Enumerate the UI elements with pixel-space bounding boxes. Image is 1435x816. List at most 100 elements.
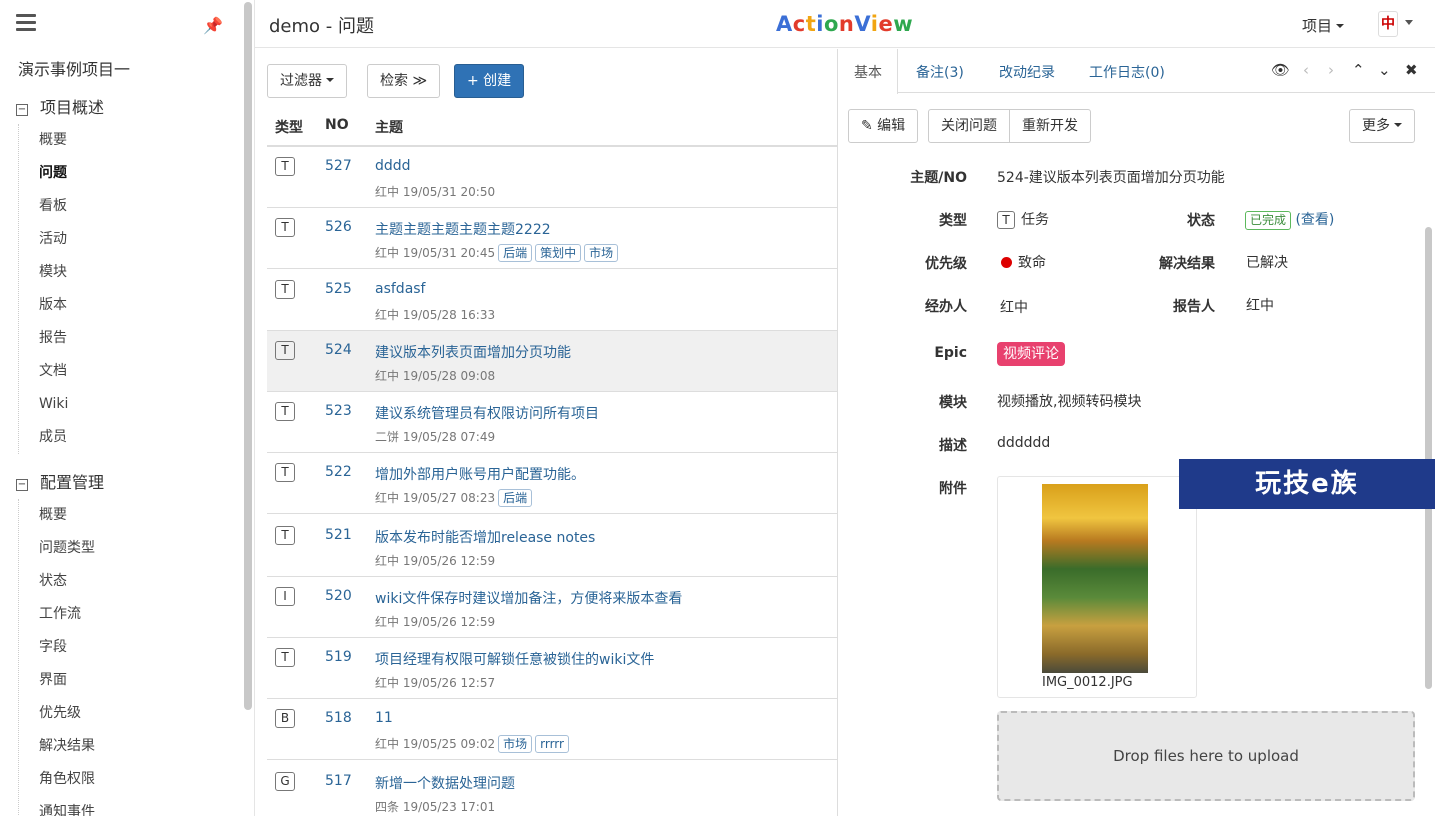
project-menu[interactable]: 项目 <box>1302 15 1345 36</box>
detail-scrollbar[interactable] <box>1425 227 1432 689</box>
collapse-icon[interactable]: − <box>16 104 28 116</box>
create-button[interactable]: + 创建 <box>454 64 525 98</box>
issue-number-link[interactable]: 526 <box>325 219 352 235</box>
sidebar-item-wiki[interactable]: Wiki <box>19 388 68 421</box>
sidebar-item-notifications[interactable]: 通知事件 <box>19 796 95 816</box>
issue-subject-link[interactable]: 增加外部用户账号用户配置功能。 <box>375 464 585 484</box>
sidebar-item-kanban[interactable]: 看板 <box>19 190 68 223</box>
issue-label-tag[interactable]: 市场 <box>584 244 619 262</box>
attachment-thumbnail[interactable] <box>1042 484 1148 673</box>
issue-row[interactable]: B 518 11 红中 19/05/25 09:02 市场 rrrrr <box>267 699 837 760</box>
next-icon[interactable]: › <box>1328 61 1334 79</box>
sidebar-item-resolutions[interactable]: 解决结果 <box>19 730 95 763</box>
issue-row[interactable]: I 520 wiki文件保存时建议增加备注，方便将来版本查看 红中 19/05/26 … <box>267 577 837 638</box>
issue-number-link[interactable]: 523 <box>325 403 352 419</box>
more-button[interactable]: 更多 <box>1349 109 1415 143</box>
watch-icon[interactable]: 👁 <box>1271 61 1290 79</box>
close-issue-button[interactable]: 关闭问题 <box>928 109 1010 143</box>
issue-row[interactable]: T 526 主题主题主题主题主题2222 红中 19/05/31 20:45 后端 策划中… <box>267 208 837 269</box>
sidebar-scrollbar[interactable] <box>244 2 252 710</box>
issue-subject-link[interactable]: 项目经理有权限可解锁任意被锁住的wiki文件 <box>375 649 654 669</box>
issue-row[interactable]: T 522 增加外部用户账号用户配置功能。 红中 19/05/27 08:23 后端 <box>267 453 837 514</box>
tab-history[interactable]: 改动纪录 <box>999 62 1055 82</box>
issue-subject-link[interactable]: 新增一个数据处理问题 <box>375 773 515 793</box>
menu-icon[interactable] <box>16 14 36 32</box>
sidebar-item-reports[interactable]: 报告 <box>19 322 68 355</box>
avatar[interactable]: 中 <box>1378 11 1398 37</box>
sidebar-item-issues[interactable]: 问题 <box>19 157 68 190</box>
reopen-button[interactable]: 重新开发 <box>1009 109 1091 143</box>
tab-basic[interactable]: 基本 <box>854 62 882 82</box>
issue-label-tag[interactable]: 后端 <box>498 489 533 507</box>
issue-number-link[interactable]: 519 <box>325 649 352 665</box>
sidebar-item-documents[interactable]: 文档 <box>19 355 68 388</box>
sidebar-item-workflow[interactable]: 工作流 <box>19 598 95 631</box>
issue-subject-link[interactable]: 11 <box>375 710 393 726</box>
issue-number-link[interactable]: 517 <box>325 773 352 789</box>
resolution-value[interactable]: 已解决 <box>1246 252 1288 272</box>
collapse-icon[interactable]: − <box>16 479 28 491</box>
upload-dropzone[interactable]: Drop files here to upload <box>997 711 1415 801</box>
issue-number-link[interactable]: 518 <box>325 710 352 726</box>
description-value[interactable]: dddddd <box>997 435 1050 451</box>
sidebar-group-overview[interactable]: − 项目概述 <box>16 94 104 118</box>
sidebar-item-versions[interactable]: 版本 <box>19 289 68 322</box>
issue-subject-link[interactable]: 主题主题主题主题主题2222 <box>375 219 551 239</box>
epic-value[interactable]: 视频评论 <box>997 342 1065 366</box>
issue-row[interactable]: T 519 项目经理有权限可解锁任意被锁住的wiki文件 红中 19/05/26 12… <box>267 638 837 699</box>
issue-label-tag[interactable]: 策划中 <box>535 244 582 262</box>
column-type[interactable]: 类型 <box>275 117 303 137</box>
sidebar-item-modules[interactable]: 模块 <box>19 256 68 289</box>
issue-label-tag[interactable]: 市场 <box>498 735 533 753</box>
tab-worklog[interactable]: 工作日志(0) <box>1089 62 1165 82</box>
issue-number-link[interactable]: 525 <box>325 281 352 297</box>
issue-label-tag[interactable]: 后端 <box>498 244 533 262</box>
issue-row[interactable]: T 527 dddd 红中 19/05/31 20:50 <box>267 147 837 208</box>
issue-subject-link[interactable]: dddd <box>375 158 411 174</box>
sidebar-item-screens[interactable]: 界面 <box>19 664 95 697</box>
sidebar-item-fields[interactable]: 字段 <box>19 631 95 664</box>
chevron-down-icon[interactable]: ⌄ <box>1378 61 1391 79</box>
issue-number-link[interactable]: 524 <box>325 342 352 358</box>
issue-number-link[interactable]: 522 <box>325 464 352 480</box>
attachment-card[interactable]: IMG_0012.JPG <box>997 476 1197 698</box>
issue-subject-link[interactable]: 版本发布时能否增加release notes <box>375 527 595 547</box>
issue-label-tag[interactable]: rrrrr <box>535 735 569 753</box>
search-button[interactable]: 检索 ≫ <box>367 64 441 98</box>
issue-row[interactable]: G 517 新增一个数据处理问题 四条 19/05/23 17:01 <box>267 762 837 816</box>
module-value[interactable]: 视频播放,视频转码模块 <box>997 391 1141 411</box>
pin-icon[interactable]: 📌 <box>203 16 223 35</box>
issue-row[interactable]: T 523 建议系统管理员有权限访问所有项目 二饼 19/05/28 07:49 <box>267 392 837 453</box>
status-view-link[interactable]: (查看) <box>1295 212 1334 228</box>
close-icon[interactable]: ✖ <box>1405 61 1418 79</box>
issue-subject-link[interactable]: wiki文件保存时建议增加备注，方便将来版本查看 <box>375 588 682 608</box>
sidebar-item-activity[interactable]: 活动 <box>19 223 68 256</box>
sidebar-item-overview[interactable]: 概要 <box>19 124 68 157</box>
sidebar-item-priorities[interactable]: 优先级 <box>19 697 95 730</box>
sidebar-group-config[interactable]: − 配置管理 <box>16 469 104 493</box>
app-logo[interactable]: ActionView <box>776 12 913 36</box>
issue-subject-link[interactable]: 建议系统管理员有权限访问所有项目 <box>375 403 599 423</box>
chevron-up-icon[interactable]: ⌃ <box>1352 61 1365 79</box>
assignee-value[interactable]: 红中 <box>1000 297 1028 317</box>
column-subject[interactable]: 主题 <box>375 117 403 137</box>
issue-subject-link[interactable]: asfdasf <box>375 281 426 297</box>
issue-subject-link[interactable]: 建议版本列表页面增加分页功能 <box>375 342 571 362</box>
sidebar-item-config-overview[interactable]: 概要 <box>19 499 95 532</box>
tab-comments[interactable]: 备注(3) <box>916 62 964 82</box>
sidebar-item-states[interactable]: 状态 <box>19 565 95 598</box>
issue-row[interactable]: T 521 版本发布时能否增加release notes 红中 19/05/26 12… <box>267 516 837 577</box>
filter-button[interactable]: 过滤器 <box>267 64 347 98</box>
column-no[interactable]: NO <box>325 117 349 133</box>
issue-row[interactable]: T 524 建议版本列表页面增加分页功能 红中 19/05/28 09:08 <box>267 331 837 392</box>
prev-icon[interactable]: ‹ <box>1303 61 1309 79</box>
issue-number-link[interactable]: 521 <box>325 527 352 543</box>
type-value[interactable]: T 任务 <box>997 209 1049 229</box>
priority-value[interactable]: 致命 <box>1001 252 1046 272</box>
sidebar-item-roles[interactable]: 角色权限 <box>19 763 95 796</box>
issue-number-link[interactable]: 520 <box>325 588 352 604</box>
sidebar-item-issue-types[interactable]: 问题类型 <box>19 532 95 565</box>
caret-down-icon[interactable] <box>1405 20 1413 25</box>
edit-button[interactable]: ✎ 编辑 <box>848 109 919 143</box>
issue-row[interactable]: T 525 asfdasf 红中 19/05/28 16:33 <box>267 270 837 331</box>
